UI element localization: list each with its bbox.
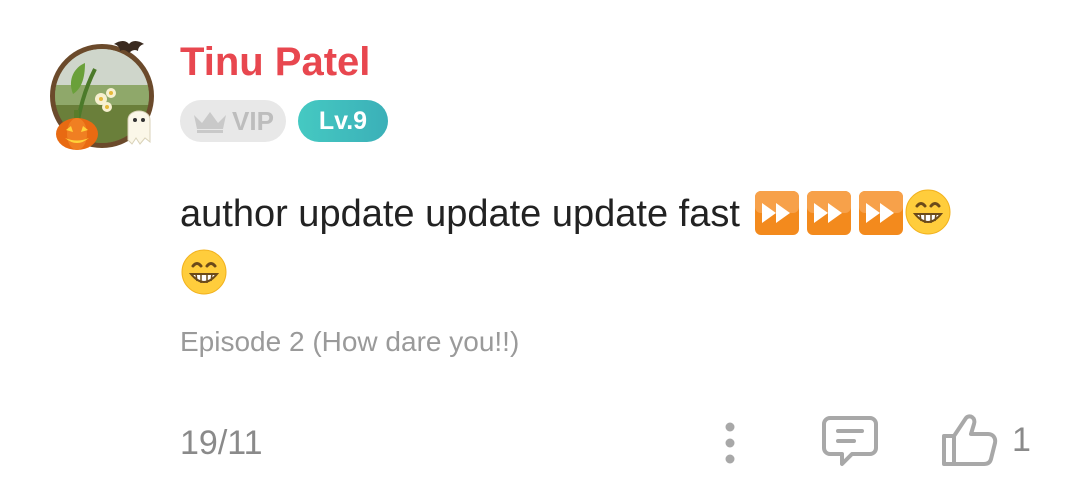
like-count: 1 bbox=[1012, 420, 1031, 459]
reply-icon[interactable] bbox=[822, 414, 878, 468]
grinning-face-icon bbox=[905, 189, 951, 235]
username[interactable]: Tinu Patel bbox=[180, 38, 370, 86]
ghost-icon bbox=[127, 110, 151, 145]
more-options-icon[interactable] bbox=[720, 420, 740, 466]
comment-item: Tinu Patel VIP Lv.9 author update update… bbox=[0, 0, 1080, 500]
comment-body: author update update update fast bbox=[180, 193, 740, 235]
level-badge: Lv.9 bbox=[298, 100, 388, 142]
crown-icon bbox=[194, 112, 227, 133]
vip-label: VIP bbox=[232, 105, 274, 136]
thumbs-up-icon bbox=[942, 414, 998, 466]
fast-forward-icon bbox=[858, 191, 903, 235]
pumpkin-icon bbox=[56, 110, 98, 150]
grinning-face-icon bbox=[181, 249, 227, 295]
episode-link[interactable]: Episode 2 (How dare you!!) bbox=[180, 326, 519, 358]
avatar[interactable] bbox=[46, 38, 166, 158]
fast-forward-icon bbox=[806, 191, 851, 235]
fast-forward-icon bbox=[754, 191, 799, 235]
comment-date: 19/11 bbox=[180, 424, 263, 462]
bat-icon bbox=[114, 41, 144, 53]
user-badges: VIP Lv.9 bbox=[180, 100, 388, 142]
comment-text: author update update update fast bbox=[180, 184, 1040, 304]
like-button[interactable]: 1 bbox=[940, 412, 1031, 468]
vip-badge: VIP bbox=[180, 100, 286, 142]
